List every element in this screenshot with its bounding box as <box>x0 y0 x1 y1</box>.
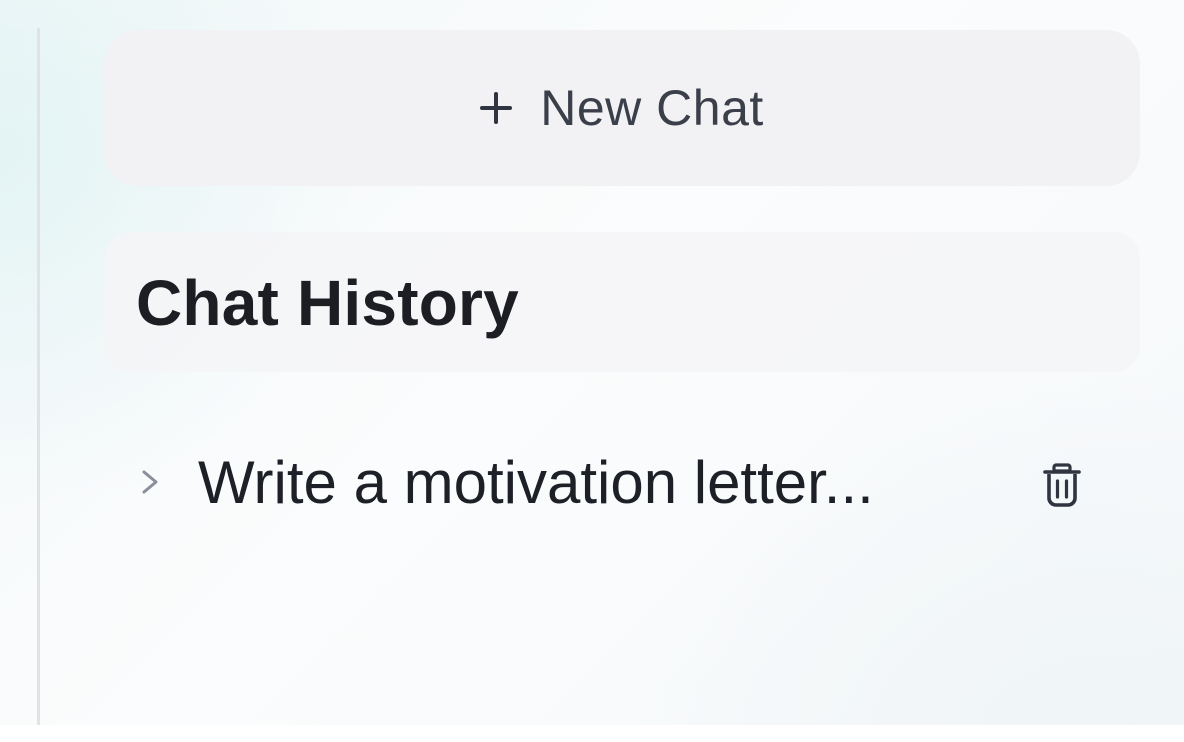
chat-history-item-label: Write a motivation letter... <box>198 448 874 516</box>
sidebar-divider <box>37 28 40 725</box>
chat-sidebar: New Chat Chat History Write a motivation… <box>0 0 1184 742</box>
plus-icon <box>480 92 513 124</box>
chevron-right-icon[interactable] <box>132 464 168 500</box>
chat-history-header: Chat History <box>104 232 1140 372</box>
chat-history-title: Chat History <box>136 267 519 339</box>
new-chat-button[interactable]: New Chat <box>104 30 1140 186</box>
new-chat-label: New Chat <box>540 80 764 136</box>
delete-chat-button[interactable] <box>1036 456 1088 512</box>
trash-icon <box>1043 463 1081 507</box>
chat-history-item[interactable]: Write a motivation letter... <box>120 430 1110 534</box>
sidebar-bottom-edge <box>0 725 1184 742</box>
